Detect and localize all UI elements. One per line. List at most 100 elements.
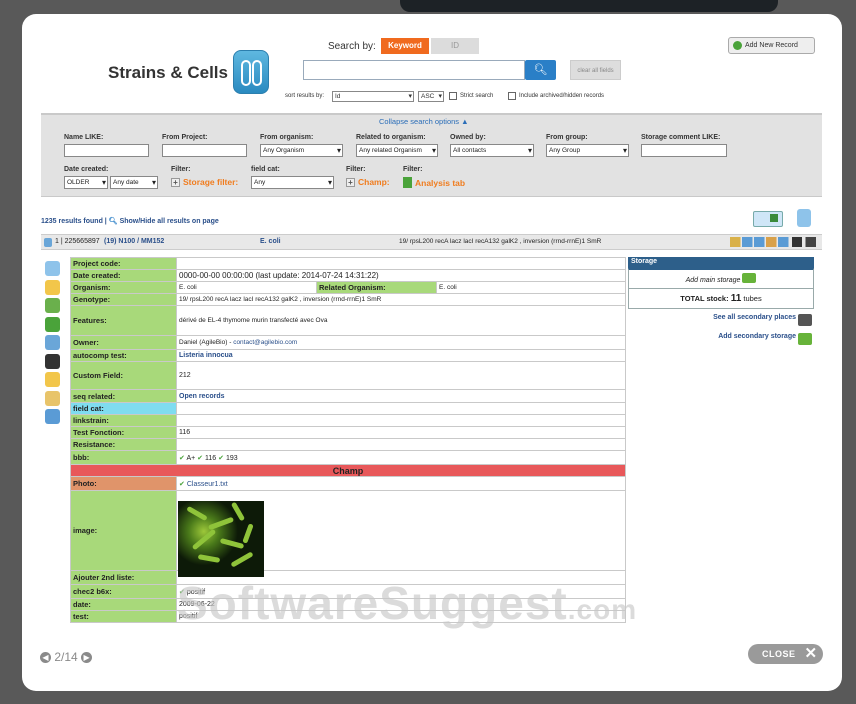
table-row: image: bbox=[70, 490, 626, 571]
search-options-panel: Collapse search options ▲ Name LIKE: Fro… bbox=[41, 113, 822, 197]
logo-icon bbox=[233, 50, 269, 94]
related-organism-field-label: Related Organism: bbox=[316, 281, 437, 294]
date-any-select[interactable]: Any date bbox=[110, 176, 158, 189]
next-arrow-icon[interactable]: ▶ bbox=[81, 652, 93, 664]
field-label: Organism: bbox=[70, 281, 177, 294]
export-icon[interactable] bbox=[797, 209, 811, 227]
app-header: Strains & Cells Search by: Keyword ID 🔍︎… bbox=[41, 33, 822, 105]
field-label: image: bbox=[70, 490, 177, 571]
from-organism-select[interactable]: Any Organism bbox=[260, 144, 343, 157]
expand-icon: + bbox=[346, 178, 355, 187]
tab-id[interactable]: ID bbox=[431, 38, 479, 54]
clear-fields-button[interactable]: clear all fields bbox=[570, 60, 621, 80]
history-icon[interactable] bbox=[45, 409, 60, 424]
field-label: field cat: bbox=[70, 402, 177, 415]
from-group-label: From group: bbox=[546, 134, 588, 141]
view-icon[interactable] bbox=[45, 261, 60, 276]
add-secondary-storage-link[interactable]: Add secondary storage bbox=[628, 333, 814, 347]
search-button[interactable]: 🔍︎ bbox=[525, 60, 556, 80]
owner-email-link[interactable]: contact@agilebio.com bbox=[233, 339, 297, 346]
record-name[interactable]: (19) N100 / MM152 bbox=[104, 238, 164, 245]
collapse-search-options[interactable]: Collapse search options ▲ bbox=[379, 117, 469, 126]
field-label: Owner: bbox=[70, 335, 177, 350]
record-side-toolbar bbox=[45, 261, 63, 428]
field-value bbox=[176, 257, 626, 270]
strict-search-checkbox[interactable] bbox=[449, 92, 457, 100]
share-icon[interactable] bbox=[45, 298, 60, 313]
add-main-storage-button[interactable]: Add main storage bbox=[628, 268, 814, 289]
name-like-input[interactable] bbox=[64, 144, 149, 157]
include-archived-checkbox[interactable] bbox=[508, 92, 516, 100]
field-value: 116 bbox=[176, 426, 626, 439]
sort-order-select[interactable]: ASC bbox=[418, 91, 444, 102]
storage-comment-label: Storage comment LIKE: bbox=[641, 134, 721, 141]
edit-icon[interactable] bbox=[45, 279, 60, 295]
grid-view-icon[interactable] bbox=[770, 214, 778, 222]
related-organism-value: E. coli bbox=[436, 281, 626, 294]
expand-icon: + bbox=[171, 178, 180, 187]
table-row: Resistance: bbox=[70, 438, 626, 451]
field-label: Genotype: bbox=[70, 293, 177, 306]
search-input[interactable] bbox=[303, 60, 525, 80]
table-row: Photo: ✔ Classeur1.txt bbox=[70, 476, 626, 491]
analysis-tab-link[interactable]: Analysis tab bbox=[403, 177, 465, 188]
page-indicator: 2/14 bbox=[54, 650, 78, 664]
table-row: Test Fonction: 116 bbox=[70, 426, 626, 439]
table-row: bbb: ✔ A+ ✔ 116 ✔ 193 bbox=[70, 450, 626, 465]
results-count: 1235 results found | bbox=[41, 218, 107, 225]
champ-filter-link[interactable]: + Champ: bbox=[346, 177, 390, 187]
field-label: Photo: bbox=[70, 476, 177, 491]
table-row: autocomp test: Listeria innocua bbox=[70, 349, 626, 362]
table-row: field cat: bbox=[70, 402, 626, 415]
box-icon bbox=[798, 314, 812, 326]
field-label: Test Fonction: bbox=[70, 426, 177, 439]
date-older-select[interactable]: OLDER bbox=[64, 176, 108, 189]
record-organism: E. coli bbox=[260, 238, 281, 245]
storage-comment-input[interactable] bbox=[641, 144, 727, 157]
storage-filter-link[interactable]: + Storage filter: bbox=[171, 177, 238, 187]
field-label: Project code: bbox=[70, 257, 177, 270]
see-all-secondary-link[interactable]: See all secondary places bbox=[628, 314, 814, 328]
add-new-record-button[interactable]: Add New Record bbox=[728, 37, 815, 54]
table-row: Date created: 0000-00-00 00:00:00 (last u… bbox=[70, 269, 626, 282]
notes-icon[interactable] bbox=[45, 390, 60, 406]
prev-arrow-icon[interactable]: ◀ bbox=[40, 652, 51, 664]
include-archived-label: Include archived/hidden records bbox=[519, 93, 605, 99]
dna-icon[interactable] bbox=[45, 335, 60, 350]
related-organism-select[interactable]: Any related Organism bbox=[356, 144, 438, 157]
sort-field-select[interactable]: Id bbox=[332, 91, 414, 102]
excel-icon[interactable] bbox=[45, 316, 60, 332]
printer-icon[interactable] bbox=[45, 353, 60, 369]
field-value: Daniel (AgileBio) - contact@agilebio.com bbox=[176, 335, 626, 350]
photo-file-link[interactable]: Classeur1.txt bbox=[187, 481, 228, 488]
table-row: linkstrain: bbox=[70, 414, 626, 427]
lock-icon[interactable] bbox=[45, 372, 60, 387]
date-created-label: Date created: bbox=[64, 166, 109, 173]
field-cat-select[interactable]: Any bbox=[251, 176, 334, 189]
bacteria-image[interactable] bbox=[178, 501, 264, 577]
close-icon: ✕ bbox=[804, 645, 818, 662]
from-group-select[interactable]: Any Group bbox=[546, 144, 629, 157]
record-action-icons[interactable] bbox=[730, 237, 816, 247]
close-button[interactable]: CLOSE ✕ bbox=[748, 644, 823, 664]
table-row: Features: dérivé de EL-4 thymome murin tr… bbox=[70, 305, 626, 336]
open-records-link[interactable]: Open records bbox=[176, 389, 626, 403]
plus-icon bbox=[733, 41, 742, 50]
field-link[interactable]: Listeria innocua bbox=[176, 349, 626, 362]
field-label: linkstrain: bbox=[70, 414, 177, 427]
check-icon: ✔ bbox=[218, 454, 224, 462]
show-hide-results-link[interactable]: Show/Hide all results on page bbox=[120, 218, 219, 225]
from-project-input[interactable] bbox=[162, 144, 247, 157]
table-row: Genotype: 19/ rpsL200 recA lacz lacI recA… bbox=[70, 293, 626, 306]
storage-panel: Storage Add main storage TOTAL stock: 11… bbox=[628, 257, 814, 347]
results-summary: 1235 results found | 🔍︎ Show/Hide all re… bbox=[41, 217, 219, 225]
search-icon: 🔍︎ bbox=[533, 64, 548, 76]
table-row: seq related: Open records bbox=[70, 389, 626, 403]
owned-by-select[interactable]: All contacts bbox=[450, 144, 534, 157]
sort-label: sort results by: bbox=[285, 93, 325, 99]
field-value bbox=[176, 438, 626, 451]
list-view-icon[interactable] bbox=[753, 211, 783, 227]
box-add-icon bbox=[798, 333, 812, 345]
table-row: Champ bbox=[70, 464, 626, 477]
tab-keyword[interactable]: Keyword bbox=[381, 38, 429, 54]
